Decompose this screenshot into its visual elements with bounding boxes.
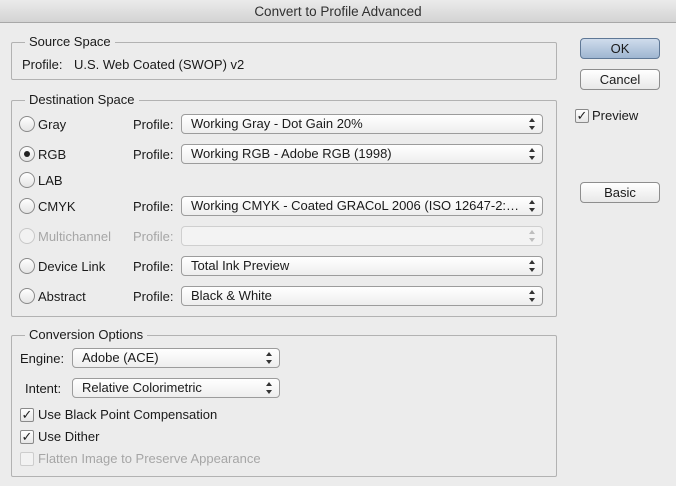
- cmyk-profile-value: Working CMYK - Coated GRACoL 2006 (ISO 1…: [191, 198, 540, 213]
- rgb-radio[interactable]: [19, 146, 35, 162]
- engine-value: Adobe (ACE): [82, 350, 159, 365]
- flatten-label: Flatten Image to Preserve Appearance: [38, 451, 261, 466]
- intent-label: Intent:: [25, 381, 62, 396]
- cmyk-profile-select[interactable]: Working CMYK - Coated GRACoL 2006 (ISO 1…: [181, 196, 543, 216]
- abstract-profile-select[interactable]: Black & White: [181, 286, 543, 306]
- device-link-profile-label: Profile:: [133, 259, 174, 274]
- device-link-label: Device Link: [38, 259, 106, 274]
- preview-checkbox[interactable]: ✓: [575, 109, 589, 123]
- intent-value: Relative Colorimetric: [82, 380, 202, 395]
- window-title: Convert to Profile Advanced: [0, 0, 676, 23]
- device-link-profile-value: Total Ink Preview: [191, 258, 290, 273]
- dither-checkbox[interactable]: ✓: [20, 430, 34, 444]
- black-point-checkbox[interactable]: ✓: [20, 408, 34, 422]
- chevron-updown-icon: [529, 200, 536, 212]
- cmyk-label: CMYK: [38, 199, 76, 214]
- intent-select[interactable]: Relative Colorimetric: [72, 378, 280, 398]
- rgb-profile-value: Working RGB - Adobe RGB (1998): [191, 146, 392, 161]
- source-profile-value: U.S. Web Coated (SWOP) v2: [74, 57, 245, 72]
- destination-space-legend: Destination Space: [25, 92, 139, 107]
- cancel-button[interactable]: Cancel: [580, 69, 660, 90]
- dither-label: Use Dither: [38, 429, 100, 444]
- chevron-updown-icon: [529, 230, 536, 242]
- multichannel-label: Multichannel: [38, 229, 111, 244]
- rgb-profile-label: Profile:: [133, 147, 174, 162]
- device-link-radio[interactable]: [19, 258, 35, 274]
- gray-profile-value: Working Gray - Dot Gain 20%: [191, 116, 363, 131]
- gray-label: Gray: [38, 117, 67, 132]
- device-link-profile-select[interactable]: Total Ink Preview: [181, 256, 543, 276]
- gray-radio[interactable]: [19, 116, 35, 132]
- cmyk-radio[interactable]: [19, 198, 35, 214]
- abstract-radio[interactable]: [19, 288, 35, 304]
- multichannel-profile-select: [181, 226, 543, 246]
- conversion-options-legend: Conversion Options: [25, 327, 148, 342]
- rgb-profile-select[interactable]: Working RGB - Adobe RGB (1998): [181, 144, 543, 164]
- source-profile-label: Profile:: [22, 57, 63, 72]
- abstract-profile-value: Black & White: [191, 288, 272, 303]
- chevron-updown-icon: [529, 290, 536, 302]
- black-point-label: Use Black Point Compensation: [38, 407, 218, 422]
- flatten-checkbox: [20, 452, 34, 466]
- cmyk-profile-label: Profile:: [133, 199, 174, 214]
- engine-label: Engine:: [20, 351, 65, 366]
- ok-button[interactable]: OK: [580, 38, 660, 59]
- abstract-label: Abstract: [38, 289, 86, 304]
- chevron-updown-icon: [529, 260, 536, 272]
- chevron-updown-icon: [529, 118, 536, 130]
- lab-label: LAB: [38, 173, 63, 188]
- gray-profile-select[interactable]: Working Gray - Dot Gain 20%: [181, 114, 543, 134]
- chevron-updown-icon: [266, 352, 273, 364]
- multichannel-profile-label: Profile:: [133, 229, 174, 244]
- lab-radio[interactable]: [19, 172, 35, 188]
- chevron-updown-icon: [266, 382, 273, 394]
- rgb-label: RGB: [38, 147, 67, 162]
- gray-profile-label: Profile:: [133, 117, 174, 132]
- engine-select[interactable]: Adobe (ACE): [72, 348, 280, 368]
- chevron-updown-icon: [529, 148, 536, 160]
- multichannel-radio: [19, 228, 35, 244]
- abstract-profile-label: Profile:: [133, 289, 174, 304]
- source-space-legend: Source Space: [25, 34, 115, 49]
- preview-label: Preview: [592, 108, 639, 123]
- basic-button[interactable]: Basic: [580, 182, 660, 203]
